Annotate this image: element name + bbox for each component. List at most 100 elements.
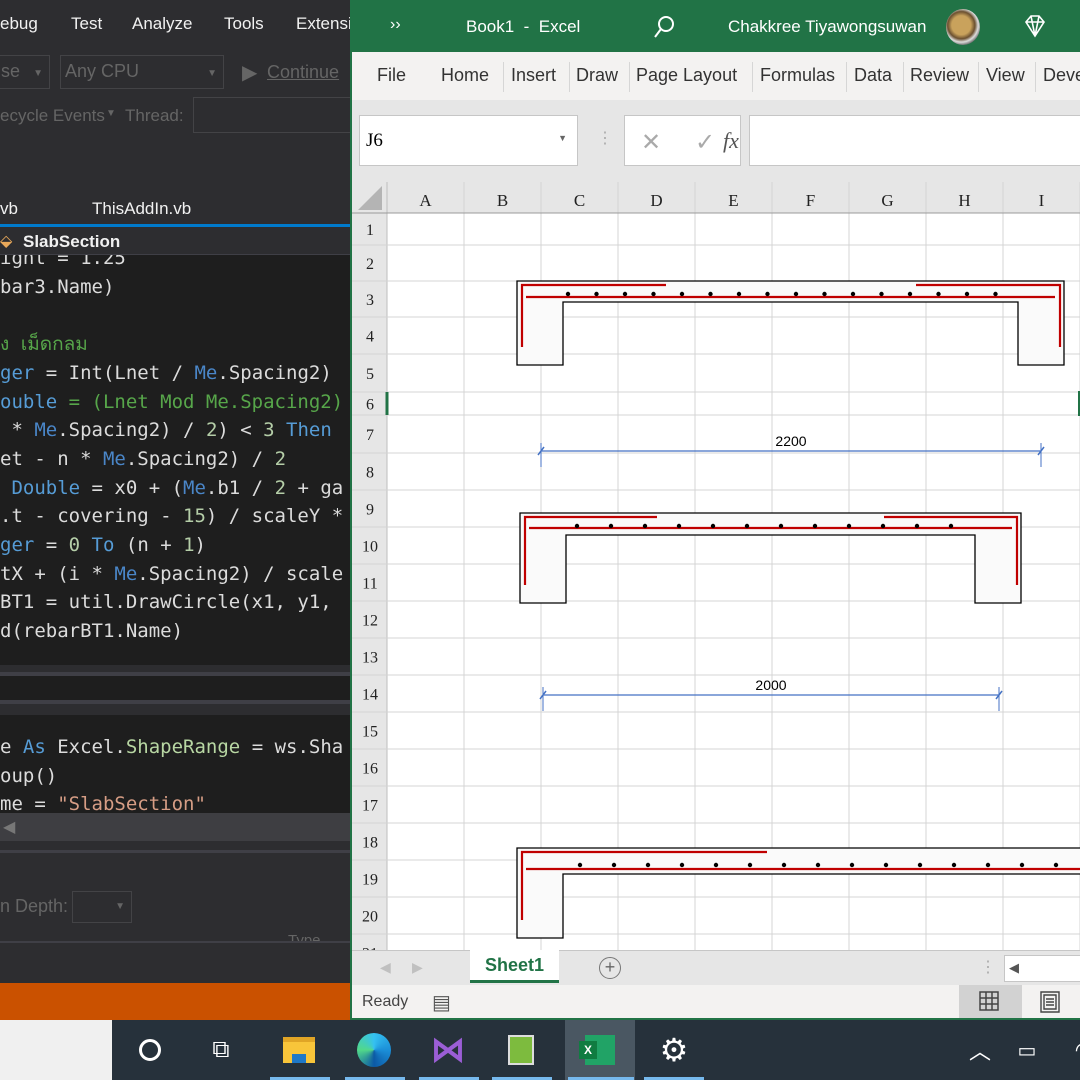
splitter-icon[interactable]: ⋮	[980, 957, 996, 977]
column-header-I[interactable]: I	[1039, 191, 1045, 210]
visual-studio-icon[interactable]: ⋈	[418, 1020, 478, 1080]
scroll-tabs-left-icon[interactable]: ◀	[380, 959, 391, 976]
slab-section-3-rebar-dot	[577, 862, 583, 868]
splitter-icon[interactable]: ⋮	[597, 128, 613, 148]
notepad-icon[interactable]	[491, 1020, 551, 1080]
sheet-tab-sheet1[interactable]: Sheet1	[470, 950, 559, 983]
row-header-12[interactable]: 12	[362, 613, 378, 630]
menu-analyze[interactable]: Analyze	[132, 14, 192, 34]
row-header-15[interactable]: 15	[362, 724, 378, 741]
row-header-9[interactable]: 9	[366, 502, 374, 519]
search-box[interactable]	[0, 1020, 112, 1080]
diamond-icon[interactable]	[1022, 14, 1048, 38]
tab-data[interactable]: Data	[854, 65, 892, 86]
insert-function-icon[interactable]: fx	[723, 128, 739, 154]
qat-overflow-icon[interactable]: ››	[390, 16, 401, 34]
tab-draw[interactable]: Draw	[576, 65, 618, 86]
visual-studio-window: ebug Test Analyze Tools Extensi se ▼ Any …	[0, 0, 350, 1020]
battery-icon[interactable]: ▭	[997, 1020, 1057, 1080]
task-view-icon[interactable]: ⧉	[191, 1020, 251, 1080]
row-header-18[interactable]: 18	[362, 835, 378, 852]
slab-section-2-rebar-dot	[574, 523, 580, 529]
cancel-icon[interactable]: ✕	[641, 128, 661, 157]
row-header-5[interactable]: 5	[366, 366, 374, 383]
column-header-C[interactable]: C	[574, 191, 585, 210]
horizontal-scrollbar[interactable]: ◀	[0, 813, 350, 841]
chevron-down-icon[interactable]: ▼	[558, 133, 567, 143]
column-header-E[interactable]: E	[728, 191, 738, 210]
menu-extensions[interactable]: Extensi	[296, 14, 350, 34]
code-token: oup()	[0, 764, 58, 787]
tab-file[interactable]: File	[377, 65, 406, 86]
slab-section-2-rebar-dot	[676, 523, 682, 529]
search-icon[interactable]	[652, 14, 676, 40]
scroll-tabs-right-icon[interactable]: ▶	[412, 959, 423, 976]
normal-view-button[interactable]	[959, 985, 1022, 1018]
configuration-combo[interactable]: se ▼	[0, 55, 50, 89]
column-header-D[interactable]: D	[650, 191, 662, 210]
excel-icon[interactable]: X	[565, 1020, 635, 1080]
tab-home[interactable]: Home	[441, 65, 489, 86]
row-header-3[interactable]: 3	[366, 292, 374, 309]
divider	[0, 941, 350, 943]
row-header-10[interactable]: 10	[362, 539, 378, 556]
row-header-20[interactable]: 20	[362, 909, 378, 926]
depth-label: n Depth:	[0, 896, 69, 916]
row-header-13[interactable]: 13	[362, 650, 378, 667]
member-bar[interactable]: ⬙ SlabSection	[0, 229, 350, 255]
enter-check-icon[interactable]: ✓	[695, 128, 715, 157]
tab-formulas[interactable]: Formulas	[760, 65, 835, 86]
avatar[interactable]	[946, 9, 980, 45]
file-explorer-icon[interactable]	[269, 1020, 329, 1080]
column-header-A[interactable]: A	[419, 191, 432, 210]
tab-insert[interactable]: Insert	[511, 65, 556, 86]
row-header-11[interactable]: 11	[362, 576, 377, 593]
code-editor[interactable]: ight = 1.25 bar3.Name) ง เม็ดกลม ger = Int(…	[0, 255, 350, 665]
menu-tools[interactable]: Tools	[224, 14, 264, 34]
formula-input[interactable]	[749, 115, 1080, 166]
tab-vb[interactable]: vb	[0, 199, 18, 219]
row-header-8[interactable]: 8	[366, 465, 374, 482]
menu-debug[interactable]: ebug	[0, 14, 38, 34]
row-header-14[interactable]: 14	[362, 687, 378, 704]
row-header-19[interactable]: 19	[362, 872, 378, 889]
tab-thisaddin[interactable]: ThisAddIn.vb	[92, 199, 191, 219]
status-bar: Ready ▤	[352, 985, 1080, 1020]
worksheet-grid[interactable]: A B C D E F G H I1234567891011121314151617181920…	[352, 182, 1080, 950]
cortana-icon[interactable]	[120, 1020, 180, 1080]
wifi-icon[interactable]: ◜	[1050, 1020, 1080, 1080]
tab-view[interactable]: View	[986, 65, 1025, 86]
column-header-H[interactable]: H	[958, 191, 970, 210]
horizontal-scrollbar[interactable]: ◀	[1004, 955, 1080, 982]
tab-review[interactable]: Review	[910, 65, 969, 86]
add-sheet-icon[interactable]: +	[599, 957, 621, 979]
row-header-7[interactable]: 7	[366, 427, 374, 444]
tab-developer[interactable]: Deve	[1043, 65, 1080, 86]
row-header-4[interactable]: 4	[366, 329, 374, 346]
user-name[interactable]: Chakkree Tiyawongsuwan	[728, 17, 926, 37]
lifecycle-events-dropdown[interactable]: ecycle Events	[0, 106, 105, 126]
edge-icon[interactable]	[344, 1020, 404, 1080]
row-header-2[interactable]: 2	[366, 256, 374, 273]
code-editor-lower[interactable]: e As Excel.ShapeRange = ws.Sha oup() me = …	[0, 715, 350, 813]
page-layout-view-icon[interactable]	[1040, 991, 1060, 1013]
column-header-F[interactable]: F	[806, 191, 815, 210]
thread-combo[interactable]	[193, 97, 350, 133]
row-header-16[interactable]: 16	[362, 761, 378, 778]
row-header-17[interactable]: 17	[362, 798, 378, 815]
code-token: .Spacing2) /	[57, 419, 206, 442]
column-header-G[interactable]: G	[881, 191, 893, 210]
tab-page-layout[interactable]: Page Layout	[636, 65, 737, 86]
column-header-B[interactable]: B	[497, 191, 508, 210]
platform-combo[interactable]: Any CPU ▼	[60, 55, 224, 89]
row-header-6[interactable]: 6	[366, 397, 374, 414]
menu-test[interactable]: Test	[71, 14, 102, 34]
depth-combo[interactable]: ▼	[72, 891, 132, 923]
column-header-bar[interactable]	[352, 182, 1080, 213]
scroll-left-icon[interactable]: ◀	[1009, 960, 1019, 976]
row-header-1[interactable]: 1	[366, 222, 374, 239]
settings-icon[interactable]: ⚙	[644, 1020, 704, 1080]
name-box[interactable]: J6 ▼	[359, 115, 578, 166]
accessibility-icon[interactable]: ▤	[432, 990, 451, 1015]
continue-button[interactable]: Continue	[267, 62, 339, 83]
